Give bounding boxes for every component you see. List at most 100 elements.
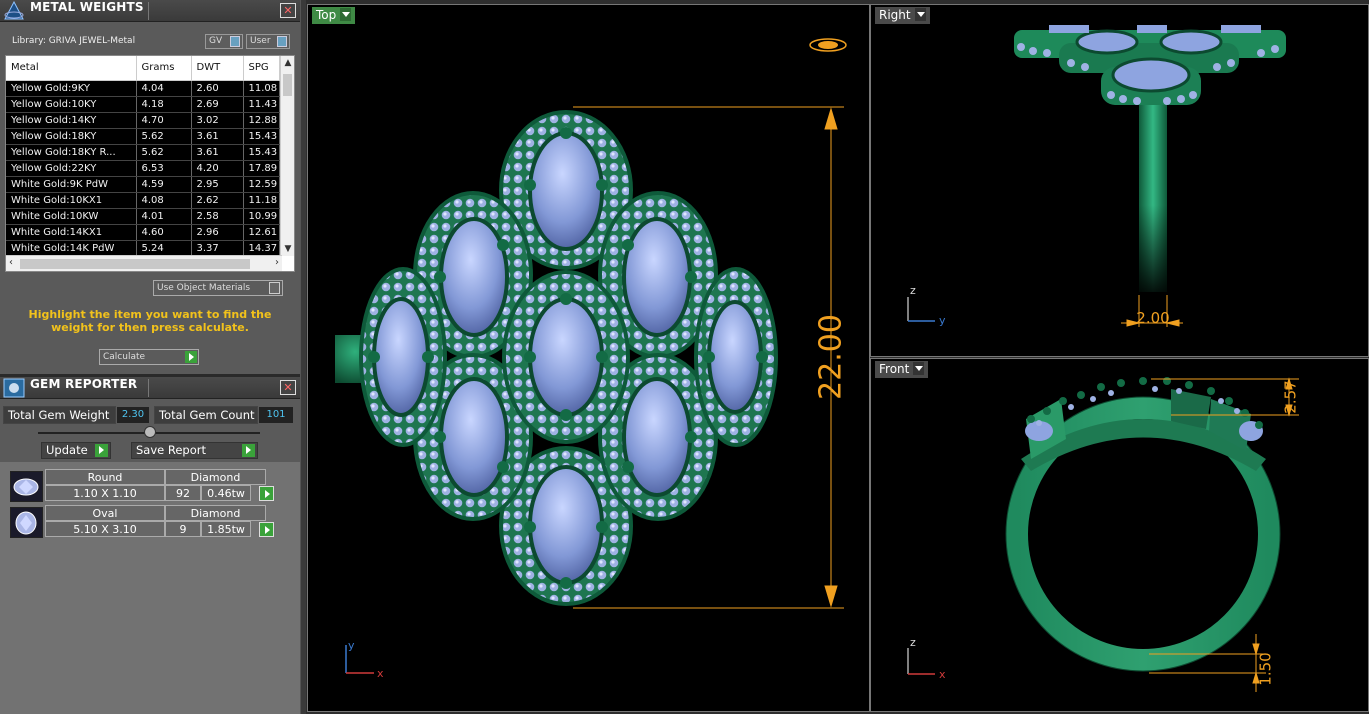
grams-cell: 4.59 <box>136 176 192 193</box>
metal-name-cell: White Gold:14K PdW <box>6 240 137 257</box>
gem-shape: Round <box>45 469 165 485</box>
gem-thumbnail <box>10 507 43 538</box>
scroll-left-icon[interactable]: ‹ <box>9 257 13 268</box>
table-row[interactable]: White Gold:14K PdW 5.24 3.37 14.37 <box>6 240 280 257</box>
col-metal[interactable]: Metal <box>6 56 137 81</box>
gem-row-oval[interactable]: Oval Diamond 5.10 X 3.10 9 1.85tw <box>8 505 274 539</box>
spg-cell: 17.89 <box>243 160 280 177</box>
camera-gizmo-icon[interactable] <box>809 38 847 52</box>
scroll-down-icon[interactable]: ▼ <box>281 244 294 254</box>
oval-gem-icon <box>11 508 42 537</box>
gem-weight: 1.85tw <box>201 521 251 537</box>
spg-cell: 10.99 <box>243 208 280 225</box>
table-row[interactable]: White Gold:14KX1 4.60 2.96 12.61 <box>6 224 280 241</box>
gv-toggle[interactable]: GV <box>205 34 243 49</box>
metal-weights-title: METAL WEIGHTS <box>30 0 144 14</box>
hscroll-thumb[interactable] <box>20 259 250 269</box>
update-button[interactable]: Update <box>41 442 111 459</box>
spg-cell: 11.08 <box>243 80 280 97</box>
header-divider <box>148 2 149 20</box>
gem-material: Diamond <box>165 505 266 521</box>
metal-name-cell: White Gold:9K PdW <box>6 176 137 193</box>
metal-name-cell: White Gold:14KX1 <box>6 224 137 241</box>
spg-cell: 11.43 <box>243 96 280 113</box>
table-row[interactable]: Yellow Gold:18KY 5.62 3.61 15.43 <box>6 128 280 145</box>
table-row[interactable]: Yellow Gold:14KY 4.70 3.02 12.88 <box>6 112 280 129</box>
gem-count: 9 <box>165 521 201 537</box>
table-row[interactable]: Yellow Gold:18KY R... 5.62 3.61 15.43 <box>6 144 280 161</box>
table-row[interactable]: White Gold:10KW 4.01 2.58 10.99 <box>6 208 280 225</box>
top-viewport[interactable]: Top 22.00 y x <box>307 4 870 712</box>
table-row[interactable]: Yellow Gold:22KY 6.53 4.20 17.89 <box>6 160 280 177</box>
matrix-logo-icon <box>4 1 24 20</box>
axis-z-label: z <box>910 284 916 297</box>
panel-splitter[interactable] <box>300 0 306 714</box>
dwt-cell: 2.95 <box>191 176 244 193</box>
close-icon: ✕ <box>283 4 293 17</box>
vscroll-thumb[interactable] <box>283 74 292 96</box>
spg-cell: 12.61 <box>243 224 280 241</box>
gem-reporter-header: GEM REPORTER ✕ <box>0 377 300 399</box>
spg-cell: 15.43 <box>243 144 280 161</box>
round-gem-icon <box>11 472 42 501</box>
gem-slider-handle[interactable] <box>144 426 156 438</box>
header-divider <box>148 379 149 397</box>
table-row[interactable]: Yellow Gold:9KY 4.04 2.60 11.08 <box>6 80 280 97</box>
axis-x-label: x <box>939 668 946 681</box>
gv-indicator-icon <box>230 36 240 47</box>
metal-weights-header: METAL WEIGHTS ✕ <box>0 0 300 22</box>
close-metal-weights-button[interactable]: ✕ <box>280 3 296 18</box>
left-panel: METAL WEIGHTS ✕ Library: GRIVA JEWEL-Met… <box>0 0 300 714</box>
scroll-right-icon[interactable]: › <box>275 257 279 268</box>
grams-cell: 4.60 <box>136 224 192 241</box>
total-gem-weight-label: Total Gem Weight <box>3 406 116 424</box>
calculate-button[interactable]: Calculate <box>99 349 199 365</box>
calculate-label: Calculate <box>103 352 146 362</box>
axis-y-label: y <box>939 314 946 327</box>
update-label: Update <box>46 443 88 457</box>
front-viewport[interactable]: Front 2.57 1.50 z x <box>870 358 1369 712</box>
table-row[interactable]: White Gold:10KX1 4.08 2.62 11.18 <box>6 192 280 209</box>
ring-head-side <box>1014 25 1286 105</box>
grams-cell: 4.08 <box>136 192 192 209</box>
save-report-button[interactable]: Save Report <box>131 442 258 459</box>
close-icon: ✕ <box>283 381 293 394</box>
play-arrow-icon <box>185 351 197 363</box>
gv-label: GV <box>209 36 223 46</box>
right-viewport[interactable]: Right 2.00 z y <box>870 4 1369 357</box>
save-report-label: Save Report <box>136 443 207 457</box>
gem-thumbnail <box>10 471 43 502</box>
gem-select-arrow-icon[interactable] <box>259 486 274 501</box>
use-object-materials-toggle[interactable]: Use Object Materials <box>153 280 283 296</box>
grams-cell: 5.24 <box>136 240 192 257</box>
table-row[interactable]: Yellow Gold:10KY 4.18 2.69 11.43 <box>6 96 280 113</box>
gem-select-arrow-icon[interactable] <box>259 522 274 537</box>
axis-x-label: x <box>377 667 384 680</box>
shank-shadow <box>1139 205 1167 292</box>
metal-table-hscrollbar[interactable]: ‹ › <box>6 255 282 271</box>
metal-name-cell: Yellow Gold:18KY R... <box>6 144 137 161</box>
user-toggle[interactable]: User <box>246 34 290 49</box>
metal-name-cell: Yellow Gold:18KY <box>6 128 137 145</box>
grams-cell: 4.18 <box>136 96 192 113</box>
right-view-render: 2.00 z y <box>907 25 1286 327</box>
col-spg[interactable]: SPG <box>243 56 280 81</box>
grams-cell: 5.62 <box>136 144 192 161</box>
col-grams[interactable]: Grams <box>136 56 192 81</box>
dwt-cell: 2.69 <box>191 96 244 113</box>
grams-cell: 4.01 <box>136 208 192 225</box>
spg-cell: 14.37 <box>243 240 280 257</box>
close-gem-reporter-button[interactable]: ✕ <box>280 380 296 395</box>
gem-row-round[interactable]: Round Diamond 1.10 X 1.10 92 0.46tw <box>8 469 274 503</box>
dwt-cell: 4.20 <box>191 160 244 177</box>
col-dwt[interactable]: DWT <box>191 56 244 81</box>
spg-cell: 12.59 <box>243 176 280 193</box>
ring-top-settings <box>1021 377 1266 471</box>
calculate-hint: Highlight the item you want to find the … <box>28 308 272 334</box>
library-label: Library: GRIVA JEWEL-Metal <box>12 36 136 46</box>
metal-table[interactable]: Metal Grams DWT SPG Yellow Gold:9KY 4.04 2… <box>5 55 295 272</box>
scroll-up-icon[interactable]: ▲ <box>281 58 294 68</box>
table-row[interactable]: White Gold:9K PdW 4.59 2.95 12.59 <box>6 176 280 193</box>
metal-table-vscrollbar[interactable]: ▲ ▼ <box>280 56 294 256</box>
total-gem-count-value: 101 <box>259 407 293 423</box>
